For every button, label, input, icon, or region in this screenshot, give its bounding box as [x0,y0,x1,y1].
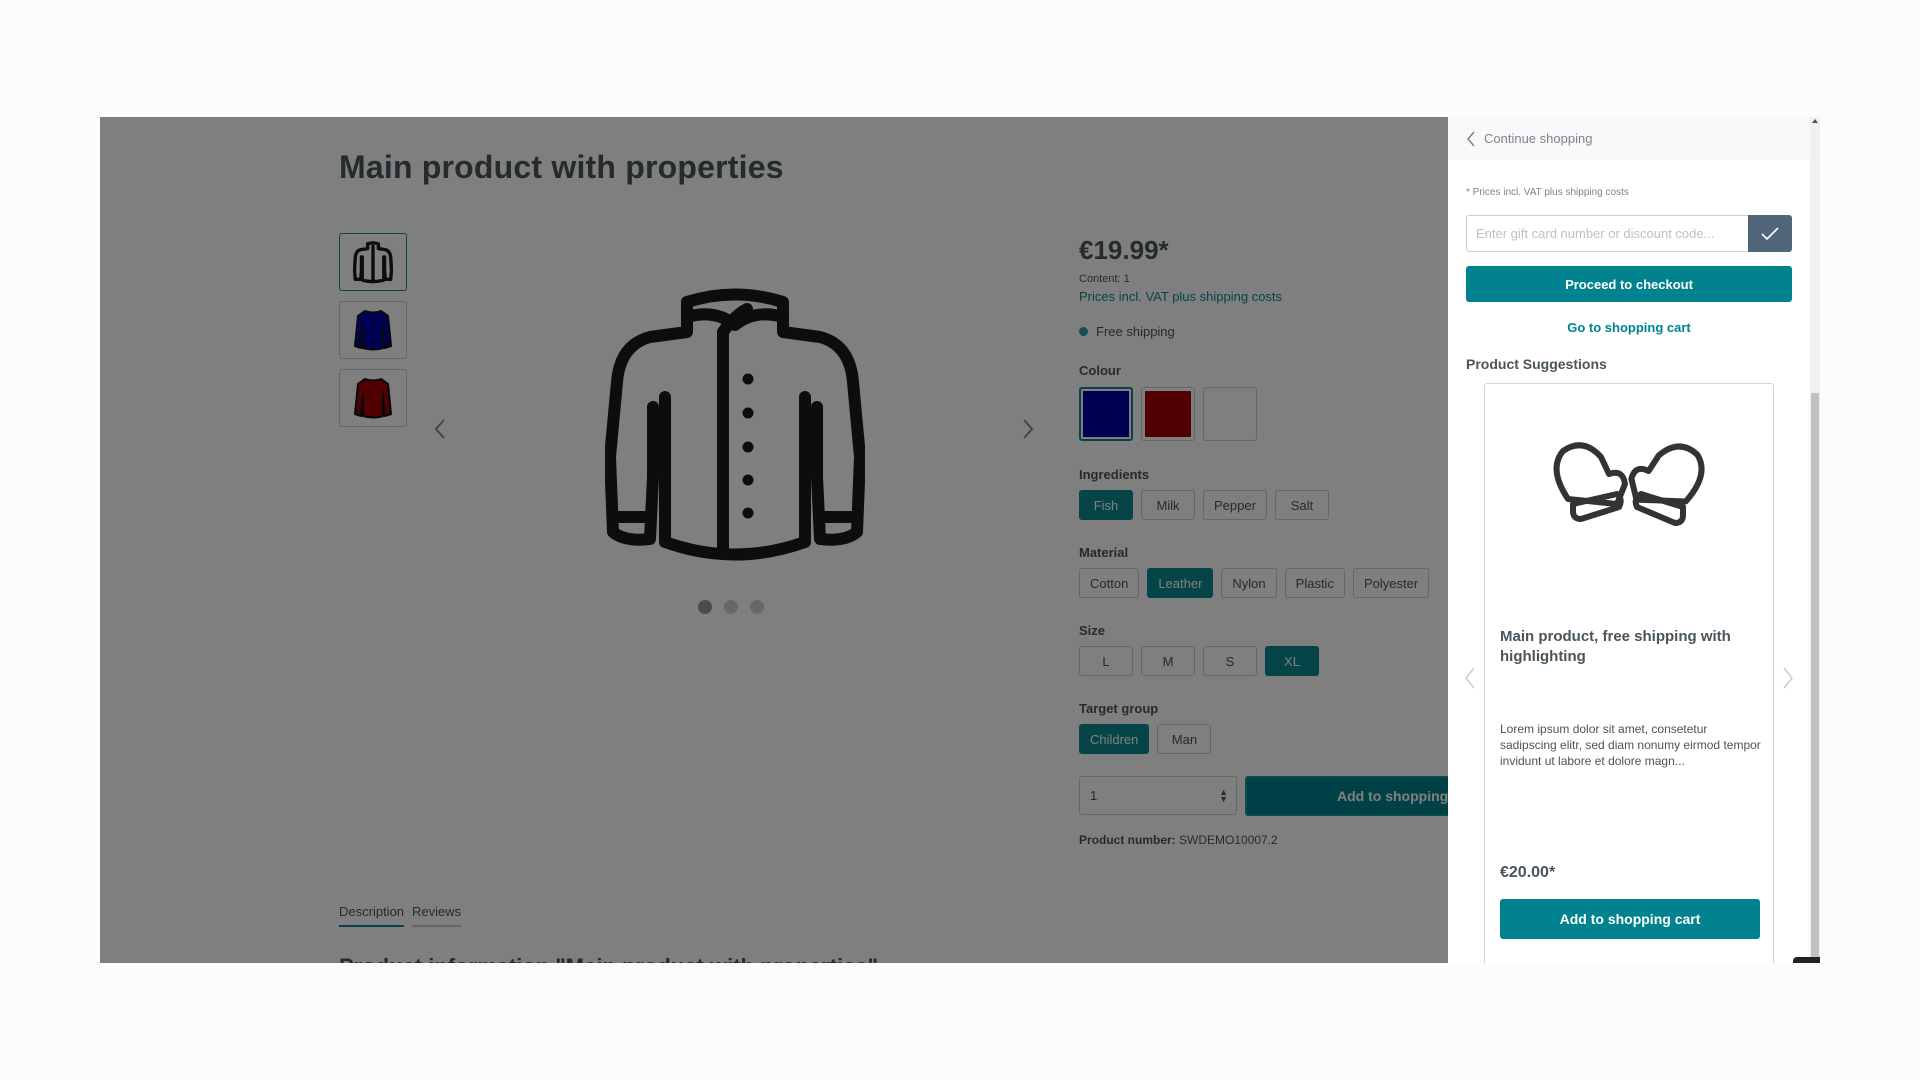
voucher-submit-button[interactable] [1748,215,1792,252]
voucher-input[interactable]: Enter gift card number or discount code.… [1466,215,1748,252]
cart-offcanvas: Continue shopping * Prices incl. VAT plu… [1448,117,1810,963]
browser-viewport: Main product with properties [100,117,1820,963]
prices-note: * Prices incl. VAT plus shipping costs [1466,187,1629,198]
modal-backdrop[interactable] [100,117,1448,963]
continue-shopping-button[interactable]: Continue shopping [1448,117,1810,160]
suggestion-add-to-cart-button[interactable]: Add to shopping cart [1500,899,1760,939]
product-suggestions-title: Product Suggestions [1466,356,1607,372]
proceed-to-checkout-button[interactable]: Proceed to checkout [1466,266,1792,302]
continue-shopping-label: Continue shopping [1484,131,1593,146]
suggestion-card[interactable]: Main product, free shipping with highlig… [1484,383,1774,963]
suggestions-prev-chevron-icon[interactable] [1462,665,1478,691]
suggestion-price: €20.00* [1500,864,1556,881]
corner-widget[interactable] [1793,957,1820,963]
scroll-up-arrow-icon[interactable] [1812,119,1818,123]
suggestions-next-chevron-icon[interactable] [1780,665,1796,691]
chevron-left-icon [1467,131,1475,146]
voucher-form: Enter gift card number or discount code.… [1466,215,1792,252]
mittens-icon [1553,442,1705,526]
offcanvas-scrollbar[interactable] [1810,117,1820,963]
suggestion-name[interactable]: Main product, free shipping with highlig… [1500,627,1762,667]
suggestion-description: Lorem ipsum dolor sit amet, consetetur s… [1500,722,1761,768]
go-to-cart-link[interactable]: Go to shopping cart [1466,320,1792,335]
checkmark-icon [1761,226,1779,240]
scrollbar-thumb[interactable] [1811,393,1819,963]
